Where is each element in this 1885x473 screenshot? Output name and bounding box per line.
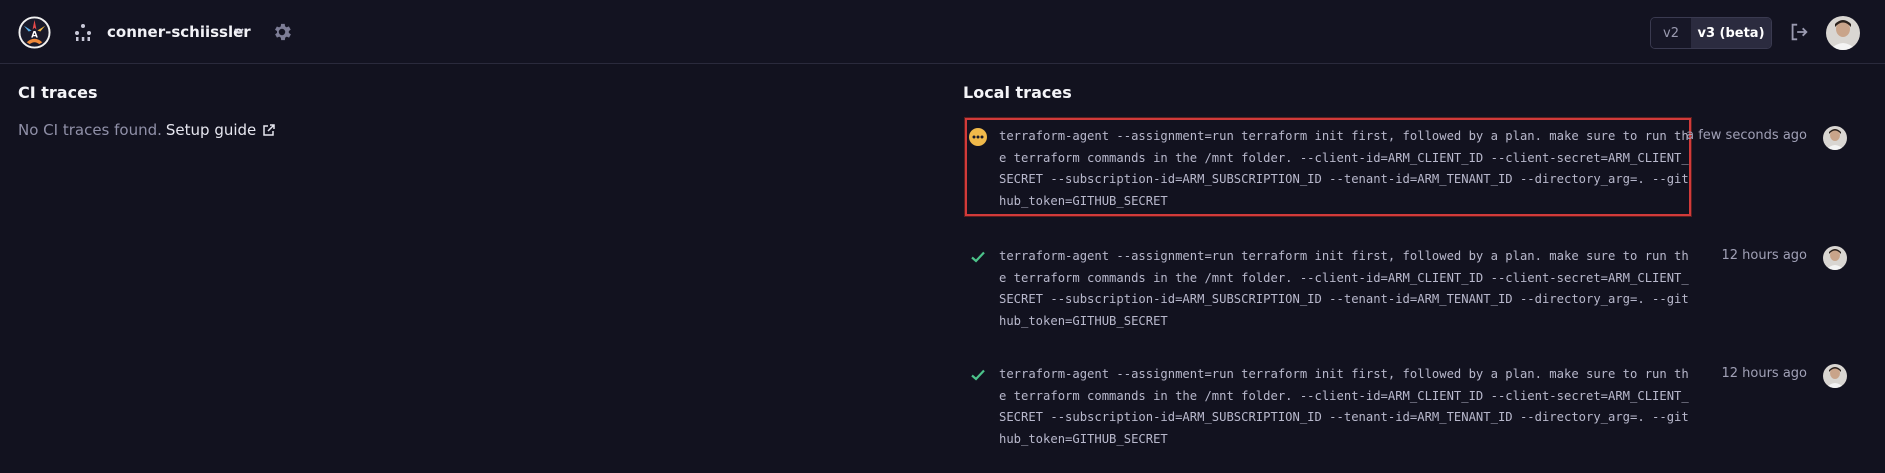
version-v2-button[interactable]: v2 [1651,18,1691,48]
check-icon [971,251,985,263]
ci-empty-state: No CI traces found. Setup guide [18,121,276,139]
external-link-icon [263,124,276,136]
trace-time: a few seconds ago [1686,128,1807,143]
org-name[interactable]: conner-schiissler [107,22,251,42]
setup-guide-link[interactable]: Setup guide [166,121,276,139]
avatar [1823,246,1847,270]
local-traces-title: Local traces [963,83,1072,102]
trace-time: 12 hours ago [1721,248,1807,263]
org-icon [75,24,91,41]
ci-traces-title: CI traces [18,83,98,102]
logout-icon[interactable] [1788,21,1810,43]
avatar [1823,126,1847,150]
trace-command: terraform-agent --assignment=run terrafo… [999,129,1689,208]
running-icon [969,128,987,146]
trace-command: terraform-agent --assignment=run terrafo… [999,249,1689,328]
top-bar: A conner-schiissler v2 v3 (beta) [0,0,1885,64]
version-switch: v2 v3 (beta) [1650,17,1772,49]
avatar[interactable] [1826,16,1860,50]
check-icon [971,369,985,381]
logo[interactable]: A [18,16,51,49]
trace-row[interactable]: terraform-agent --assignment=run terrafo… [963,364,1853,454]
trace-row[interactable]: terraform-agent --assignment=run terrafo… [963,246,1853,336]
avatar [1823,364,1847,388]
trace-command: terraform-agent --assignment=run terrafo… [999,367,1689,446]
trace-row[interactable]: terraform-agent --assignment=run terrafo… [963,118,1853,220]
gear-icon[interactable] [271,21,293,43]
version-v3-button[interactable]: v3 (beta) [1691,18,1771,48]
setup-guide-label: Setup guide [165,121,257,139]
trace-time: 12 hours ago [1721,366,1807,381]
ci-empty-text: No CI traces found. [18,121,162,139]
chevron-down-icon[interactable] [232,24,246,38]
